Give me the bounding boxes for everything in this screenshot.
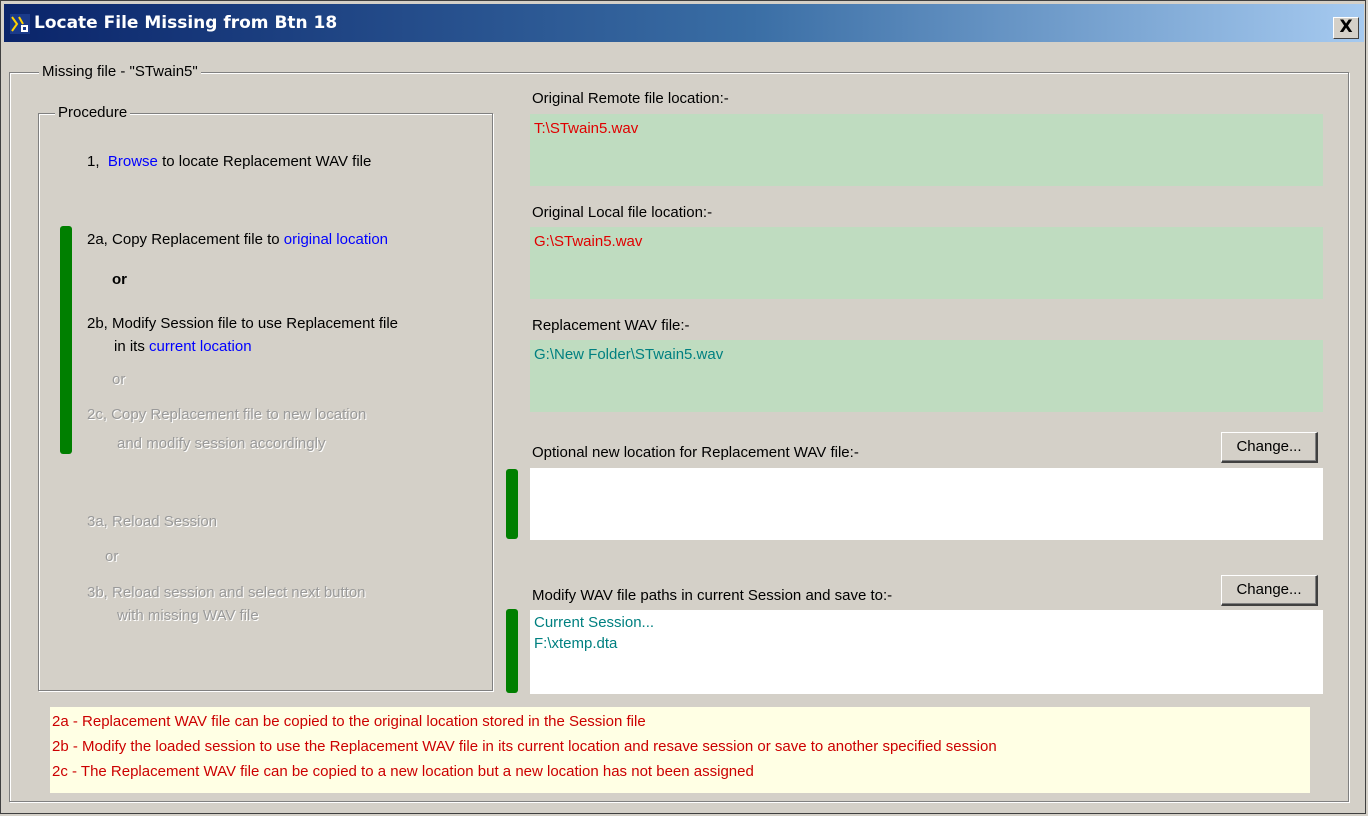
change-session-button[interactable]: Change... <box>1221 575 1318 606</box>
original-location-link[interactable]: original location <box>284 231 388 248</box>
remote-location-label: Original Remote file location:- <box>532 90 729 107</box>
step-2b-line2: in its current location <box>114 338 252 355</box>
step-2a: 2a, Copy Replacement file to original lo… <box>87 231 389 248</box>
remote-location-field: T:\STwain5.wav <box>530 114 1323 186</box>
step-2c-line2: and modify session accordingly <box>117 435 326 452</box>
local-location-field: G:\STwain5.wav <box>530 227 1323 299</box>
session-save-field[interactable]: Current Session... F:\xtemp.dta <box>530 610 1323 694</box>
title-bar[interactable]: Locate File Missing from Btn 18 X <box>4 4 1364 42</box>
note-2a: 2a - Replacement WAV file can be copied … <box>52 713 646 730</box>
note-2b: 2b - Modify the loaded session to use th… <box>52 738 997 755</box>
session-indicator-bar <box>506 609 518 693</box>
step-2b-line1: 2b, Modify Session file to use Replaceme… <box>87 315 398 332</box>
step-1: 1, Browse to locate Replacement WAV file <box>87 153 372 170</box>
browse-link[interactable]: Browse <box>108 153 158 170</box>
procedure-group <box>38 113 493 691</box>
step-3a: 3a, Reload Session <box>87 513 218 530</box>
or-separator-3: or <box>105 548 119 565</box>
remote-location-value: T:\STwain5.wav <box>534 120 639 137</box>
replacement-file-label: Replacement WAV file:- <box>532 317 690 334</box>
step-2c-line1: 2c, Copy Replacement file to new locatio… <box>87 406 367 423</box>
procedure-indicator-bar <box>60 226 72 454</box>
or-separator-1: or <box>112 271 127 288</box>
local-location-value: G:\STwain5.wav <box>534 233 643 250</box>
current-location-link[interactable]: current location <box>149 338 252 355</box>
change-new-location-button[interactable]: Change... <box>1221 432 1318 463</box>
missing-file-legend: Missing file - "STwain5" <box>39 63 201 80</box>
new-location-indicator-bar <box>506 469 518 539</box>
close-button[interactable]: X <box>1333 17 1359 39</box>
session-line-1: Current Session... <box>534 614 655 631</box>
notes-panel: 2a - Replacement WAV file can be copied … <box>50 707 1310 793</box>
dialog-window: Locate File Missing from Btn 18 X Missin… <box>0 0 1366 814</box>
new-location-field[interactable] <box>530 468 1323 540</box>
session-save-label: Modify WAV file paths in current Session… <box>532 587 893 604</box>
or-separator-2: or <box>112 371 126 388</box>
window-title: Locate File Missing from Btn 18 <box>34 13 338 33</box>
new-location-label: Optional new location for Replacement WA… <box>532 444 859 461</box>
step-3b-line2: with missing WAV file <box>117 607 259 624</box>
local-location-label: Original Local file location:- <box>532 204 713 221</box>
session-line-2: F:\xtemp.dta <box>534 635 618 652</box>
replacement-file-value: G:\New Folder\STwain5.wav <box>534 346 724 363</box>
app-icon <box>10 14 30 34</box>
step-3b-line1: 3b, Reload session and select next butto… <box>87 584 366 601</box>
note-2c: 2c - The Replacement WAV file can be cop… <box>52 763 754 780</box>
replacement-file-field: G:\New Folder\STwain5.wav <box>530 340 1323 412</box>
procedure-legend: Procedure <box>55 104 131 121</box>
